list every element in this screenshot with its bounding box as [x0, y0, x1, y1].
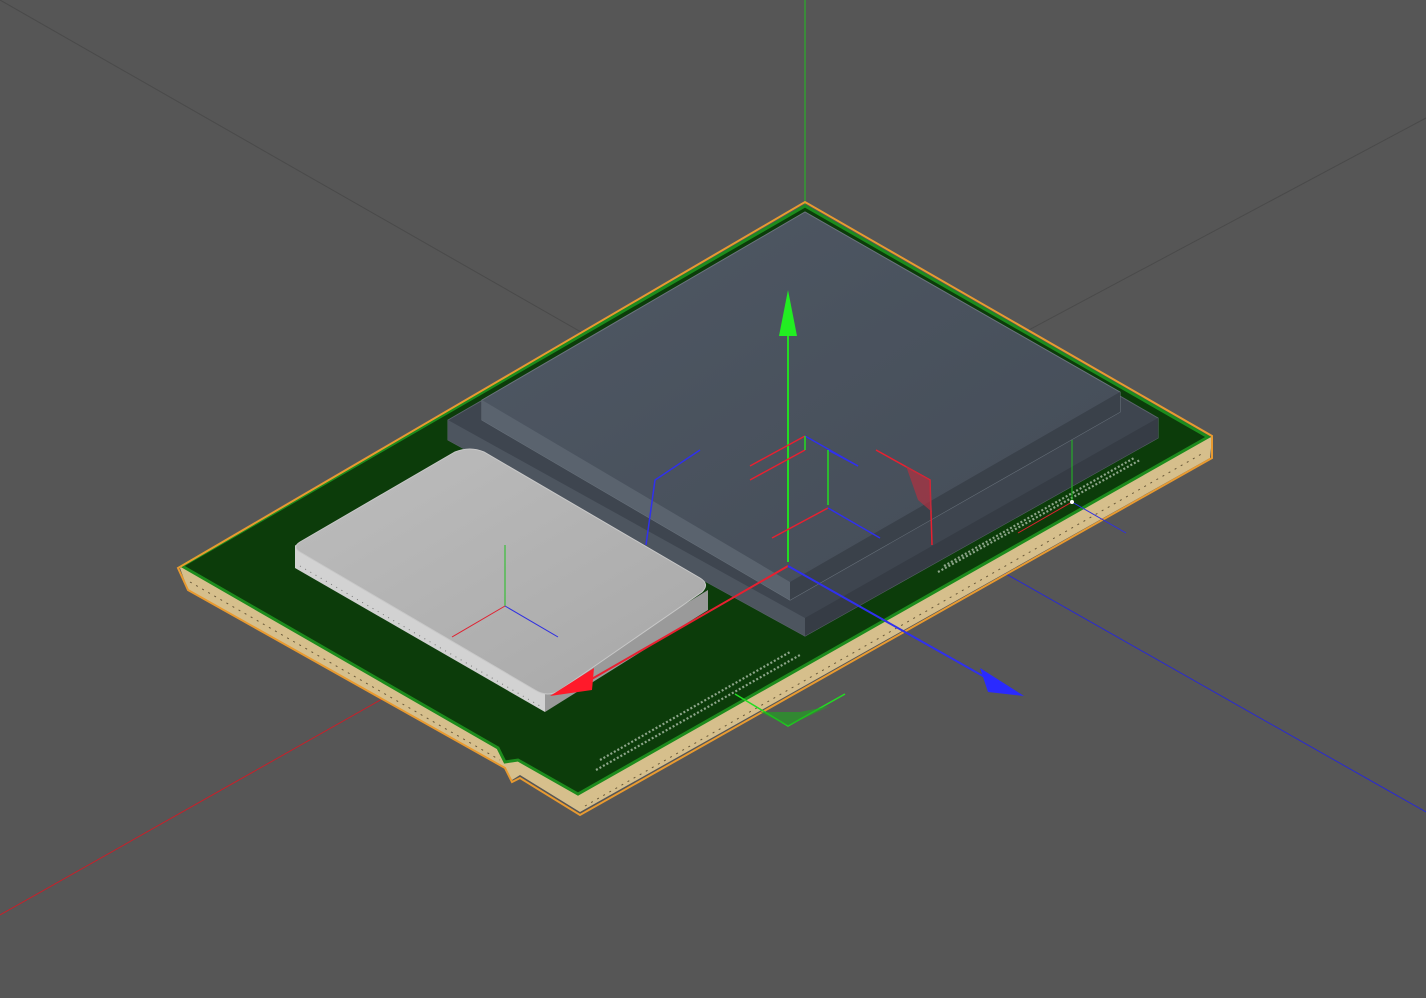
3d-viewport[interactable]	[0, 0, 1426, 998]
grid-line	[1009, 117, 1426, 341]
move-z-arrow[interactable]	[980, 668, 1024, 696]
cpu-package[interactable]	[176, 200, 1213, 817]
viewport-canvas[interactable]	[0, 0, 1426, 998]
rotate-y-handle[interactable]	[760, 706, 830, 726]
